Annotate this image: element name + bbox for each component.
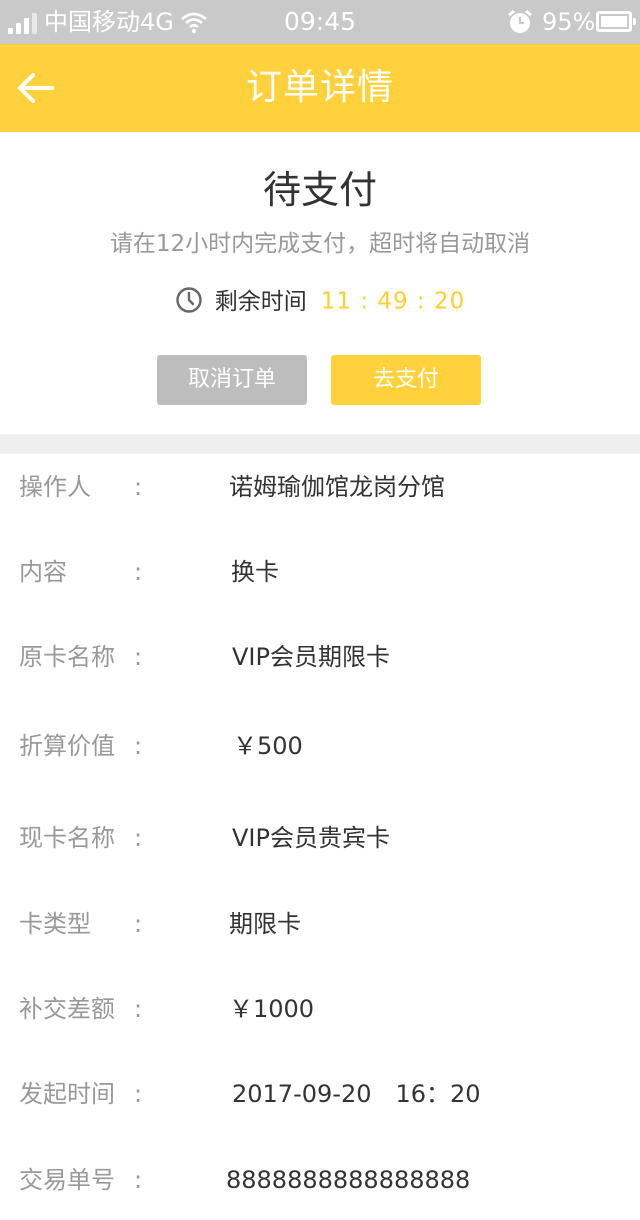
back-arrow-icon[interactable] <box>14 66 58 110</box>
detail-label: 内容 <box>19 558 67 586</box>
detail-colon: : <box>134 910 143 938</box>
countdown-label: 剩余时间 <box>214 288 307 315</box>
section-divider <box>0 434 640 454</box>
detail-row-current-card: 现卡名称 : VIP会员贵宾卡 <box>0 818 640 858</box>
countdown-value: 11 : 49 : 20 <box>320 288 466 315</box>
detail-label: 操作人 <box>19 473 91 501</box>
detail-row-operator: 操作人 : 诺姆瑜伽馆龙岗分馆 <box>0 467 640 507</box>
detail-colon: : <box>134 995 143 1023</box>
detail-value: ￥1000 <box>229 995 315 1023</box>
page-title: 订单详情 <box>245 67 394 108</box>
detail-colon: : <box>134 732 143 760</box>
detail-label: 发起时间 <box>19 1080 115 1108</box>
detail-value: VIP会员期限卡 <box>232 643 390 671</box>
detail-row-transaction-id: 交易单号 : 8888888888888888 <box>0 1160 640 1200</box>
detail-value: ￥500 <box>233 732 303 760</box>
detail-label: 折算价值 <box>19 732 115 760</box>
detail-label: 原卡名称 <box>19 643 115 671</box>
detail-row-content: 内容 : 换卡 <box>0 552 640 592</box>
detail-label: 卡类型 <box>19 910 91 938</box>
battery-percent: 95% <box>542 8 596 36</box>
detail-value: VIP会员贵宾卡 <box>232 824 390 852</box>
alarm-icon <box>508 9 532 33</box>
detail-row-balance-due: 补交差额 : ￥1000 <box>0 989 640 1029</box>
detail-row-card-type: 卡类型 : 期限卡 <box>0 904 640 944</box>
clock-icon <box>176 286 202 313</box>
app-header: 订单详情 <box>0 44 640 132</box>
detail-colon: : <box>134 558 143 586</box>
detail-value: 换卡 <box>231 558 279 586</box>
detail-value: 8888888888888888 <box>226 1166 471 1194</box>
detail-row-start-time: 发起时间 : 2017-09-20 16：20 <box>0 1074 640 1114</box>
detail-label: 交易单号 <box>19 1166 115 1194</box>
detail-colon: : <box>134 1080 143 1108</box>
detail-label: 补交差额 <box>19 995 115 1023</box>
order-status-title: 待支付 <box>262 168 377 212</box>
countdown: 剩余时间 11 : 49 : 20 <box>0 284 640 318</box>
detail-value: 诺姆瑜伽馆龙岗分馆 <box>229 473 445 501</box>
battery-icon <box>596 11 636 32</box>
detail-row-converted-value: 折算价值 : ￥500 <box>0 726 640 766</box>
detail-colon: : <box>134 824 143 852</box>
pay-button[interactable]: 去支付 <box>331 355 481 405</box>
detail-row-original-card: 原卡名称 : VIP会员期限卡 <box>0 637 640 677</box>
order-status-hint: 请在12小时内完成支付，超时将自动取消 <box>109 231 531 257</box>
detail-colon: : <box>134 473 143 501</box>
detail-colon: : <box>134 643 143 671</box>
detail-label: 现卡名称 <box>19 824 115 852</box>
detail-colon: : <box>134 1166 143 1194</box>
cancel-order-button[interactable]: 取消订单 <box>157 355 307 405</box>
detail-value: 2017-09-20 16：20 <box>232 1080 481 1108</box>
status-bar: 中国移动4G 09:45 95% <box>0 0 640 44</box>
detail-value: 期限卡 <box>229 910 301 938</box>
